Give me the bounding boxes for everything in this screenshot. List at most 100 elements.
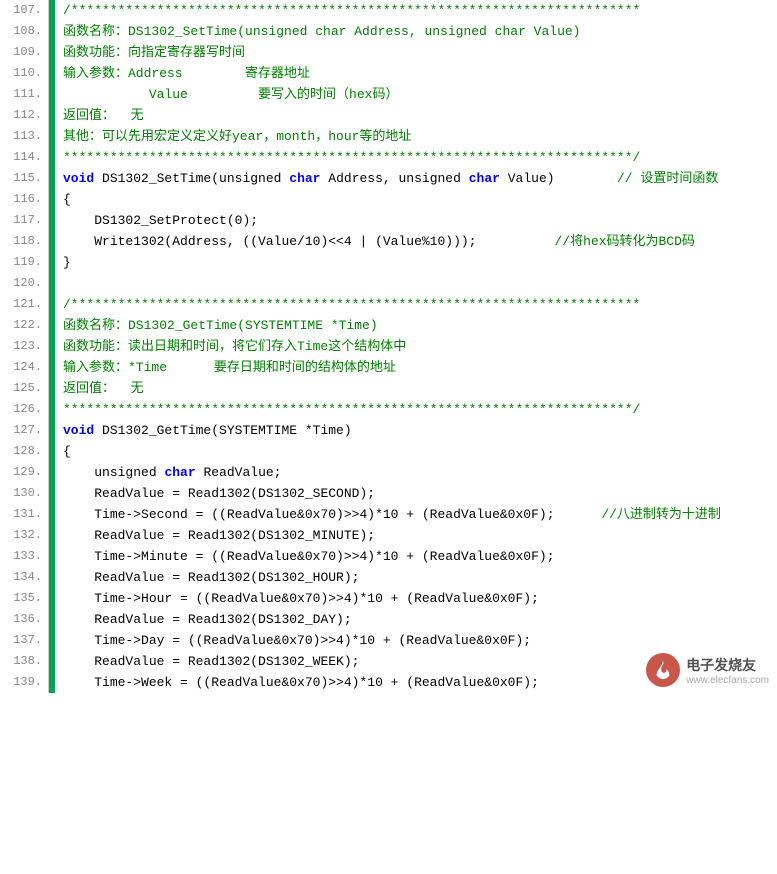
code-content: 函数名称：DS1302_SetTime(unsigned char Addres… — [55, 21, 777, 42]
code-token: ReadValue = Read1302(DS1302_WEEK); — [63, 654, 359, 669]
line-number: 138. — [0, 651, 49, 672]
code-token: 返回值： 无 — [63, 108, 144, 123]
code-line: 111. Value 要写入的时间（hex码） — [0, 84, 777, 105]
code-content: Time->Hour = ((ReadValue&0x70)>>4)*10 + … — [55, 588, 777, 609]
line-number: 122. — [0, 315, 49, 336]
code-line: 120. — [0, 273, 777, 294]
code-line: 126.************************************… — [0, 399, 777, 420]
code-line: 115. void DS1302_SetTime(unsigned char Ad… — [0, 168, 777, 189]
line-number: 119. — [0, 252, 49, 273]
code-token: /***************************************… — [63, 297, 640, 312]
code-line: 136. ReadValue = Read1302(DS1302_DAY); — [0, 609, 777, 630]
code-token: DS1302_GetTime(SYSTEMTIME *Time) — [94, 423, 351, 438]
code-content: Time->Day = ((ReadValue&0x70)>>4)*10 + (… — [55, 630, 777, 651]
code-content — [55, 273, 777, 294]
code-token: ReadValue; — [196, 465, 282, 480]
code-token: { — [63, 192, 71, 207]
code-content: ****************************************… — [55, 147, 777, 168]
code-token: ReadValue = Read1302(DS1302_SECOND); — [63, 486, 375, 501]
code-token: char — [164, 465, 195, 480]
line-number: 118. — [0, 231, 49, 252]
line-number: 121. — [0, 294, 49, 315]
line-number: 110. — [0, 63, 49, 84]
code-token: 输入参数：Address 寄存器地址 — [63, 66, 310, 81]
line-number: 126. — [0, 399, 49, 420]
code-token: ReadValue = Read1302(DS1302_MINUTE); — [63, 528, 375, 543]
code-line: 129. unsigned char ReadValue; — [0, 462, 777, 483]
code-line: 107./***********************************… — [0, 0, 777, 21]
code-content: ReadValue = Read1302(DS1302_HOUR); — [55, 567, 777, 588]
code-token: DS1302_SetTime(unsigned — [94, 171, 289, 186]
code-content: DS1302_SetProtect(0); — [55, 210, 777, 231]
code-content: Write1302(Address, ((Value/10)<<4 | (Val… — [55, 231, 777, 252]
line-number: 127. — [0, 420, 49, 441]
code-line: 108.函数名称：DS1302_SetTime(unsigned char Ad… — [0, 21, 777, 42]
code-token: void — [63, 171, 94, 186]
line-number: 125. — [0, 378, 49, 399]
line-number: 131. — [0, 504, 49, 525]
code-token: // 设置时间函数 — [617, 171, 718, 186]
code-content: Time->Minute = ((ReadValue&0x70)>>4)*10 … — [55, 546, 777, 567]
line-number: 139. — [0, 672, 49, 693]
code-line: 128. { — [0, 441, 777, 462]
code-line: 117. DS1302_SetProtect(0); — [0, 210, 777, 231]
code-content: unsigned char ReadValue; — [55, 462, 777, 483]
code-content: Time->Week = ((ReadValue&0x70)>>4)*10 + … — [55, 672, 777, 693]
code-token: 输入参数：*Time 要存日期和时间的结构体的地址 — [63, 360, 396, 375]
code-content: ReadValue = Read1302(DS1302_SECOND); — [55, 483, 777, 504]
code-content: 函数名称：DS1302_GetTime(SYSTEMTIME *Time) — [55, 315, 777, 336]
code-line: 137. Time->Day = ((ReadValue&0x70)>>4)*1… — [0, 630, 777, 651]
line-number: 137. — [0, 630, 49, 651]
code-content: 输入参数：*Time 要存日期和时间的结构体的地址 — [55, 357, 777, 378]
code-line: 118. Write1302(Address, ((Value/10)<<4 |… — [0, 231, 777, 252]
code-content: { — [55, 441, 777, 462]
line-number: 134. — [0, 567, 49, 588]
code-content: Value 要写入的时间（hex码） — [55, 84, 777, 105]
line-number: 115. — [0, 168, 49, 189]
code-line: 109.函数功能：向指定寄存器写时间 — [0, 42, 777, 63]
code-line: 124.输入参数：*Time 要存日期和时间的结构体的地址 — [0, 357, 777, 378]
code-line: 131. Time->Second = ((ReadValue&0x70)>>4… — [0, 504, 777, 525]
code-content: 函数功能：读出日期和时间，将它们存入Time这个结构体中 — [55, 336, 777, 357]
code-content: 输入参数：Address 寄存器地址 — [55, 63, 777, 84]
code-line: 122. 函数名称：DS1302_GetTime(SYSTEMTIME *Time… — [0, 315, 777, 336]
code-token: 返回值： 无 — [63, 381, 144, 396]
code-line: 139. Time->Week = ((ReadValue&0x70)>>4)*… — [0, 672, 777, 693]
line-number: 120. — [0, 273, 49, 294]
code-token: Address, unsigned — [320, 171, 468, 186]
line-number: 109. — [0, 42, 49, 63]
code-token: /***************************************… — [63, 3, 640, 18]
code-token: //将hex码转化为BCD码 — [555, 234, 695, 249]
code-token: void — [63, 423, 94, 438]
line-number: 113. — [0, 126, 49, 147]
code-token: } — [63, 255, 71, 270]
code-token: Time->Hour = ((ReadValue&0x70)>>4)*10 + … — [63, 591, 539, 606]
code-line: 133. Time->Minute = ((ReadValue&0x70)>>4… — [0, 546, 777, 567]
code-token: ****************************************… — [63, 150, 640, 165]
code-content: 返回值： 无 — [55, 378, 777, 399]
code-token: Value 要写入的时间（hex码） — [63, 87, 398, 102]
code-token: 函数名称：DS1302_GetTime(SYSTEMTIME *Time) — [63, 318, 378, 333]
code-token: //八进制转为十进制 — [601, 507, 721, 522]
line-number: 111. — [0, 84, 49, 105]
code-line: 127. void DS1302_GetTime(SYSTEMTIME *Time… — [0, 420, 777, 441]
line-number: 114. — [0, 147, 49, 168]
code-token: 函数名称：DS1302_SetTime(unsigned char Addres… — [63, 24, 580, 39]
code-content: ReadValue = Read1302(DS1302_DAY); — [55, 609, 777, 630]
code-token: DS1302_SetProtect(0); — [63, 213, 258, 228]
line-number: 136. — [0, 609, 49, 630]
code-token: Value) — [500, 171, 617, 186]
code-line: 130. ReadValue = Read1302(DS1302_SECOND)… — [0, 483, 777, 504]
code-line: 119.} — [0, 252, 777, 273]
code-line: 110. 输入参数：Address 寄存器地址 — [0, 63, 777, 84]
code-content: ReadValue = Read1302(DS1302_MINUTE); — [55, 525, 777, 546]
code-token — [63, 276, 71, 291]
code-content: void DS1302_GetTime(SYSTEMTIME *Time) — [55, 420, 777, 441]
code-token: Time->Week = ((ReadValue&0x70)>>4)*10 + … — [63, 675, 539, 690]
line-number: 133. — [0, 546, 49, 567]
code-line: 135. Time->Hour = ((ReadValue&0x70)>>4)*… — [0, 588, 777, 609]
line-number: 128. — [0, 441, 49, 462]
code-token: char — [469, 171, 500, 186]
code-content: 返回值： 无 — [55, 105, 777, 126]
line-number: 132. — [0, 525, 49, 546]
